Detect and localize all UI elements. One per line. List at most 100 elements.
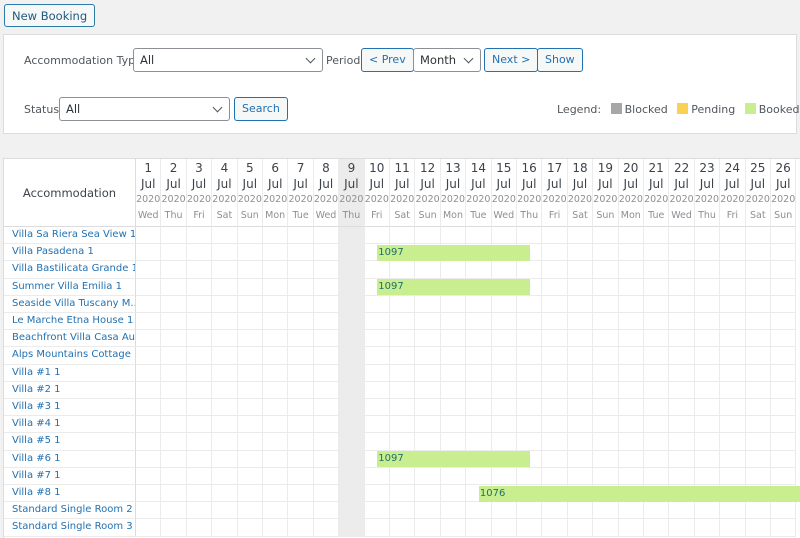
day-header: 22 Jul 2020 Wed [669, 159, 695, 227]
new-booking-button[interactable]: New Booking [4, 4, 96, 27]
day-header: 2 Jul 2020 Thu [161, 159, 187, 227]
calendar-cell [288, 485, 314, 503]
day-header-m: Jul [547, 177, 562, 191]
accommodation-link[interactable]: Le Marche Etna House 1 [4, 313, 136, 331]
calendar-cell [517, 399, 543, 417]
calendar-cell [567, 295, 594, 313]
day-header-y: 2020 [644, 194, 669, 205]
booking-bar[interactable]: 1097 [377, 279, 530, 296]
booking-bar[interactable]: 1097 [377, 451, 530, 468]
calendar-cell [136, 244, 162, 262]
day-header-w: Fri [726, 210, 739, 221]
calendar-cell [364, 261, 390, 279]
calendar-cell [745, 244, 771, 262]
calendar-cell [440, 502, 467, 520]
calendar-cell [618, 278, 644, 296]
day-header: 17 Jul 2020 Fri [542, 159, 568, 227]
status-select[interactable]: All [59, 97, 230, 121]
calendar-cell [390, 502, 416, 520]
calendar-cell [771, 278, 797, 296]
accommodation-link[interactable]: Beachfront Villa Casa Au... [4, 330, 136, 348]
accommodation-link[interactable]: Seaside Villa Tuscany M... [4, 295, 136, 313]
calendar-cell [745, 502, 771, 520]
day-header-w: Wed [315, 210, 337, 221]
calendar-cell [339, 330, 365, 348]
calendar-cell [186, 467, 213, 485]
calendar-cell [212, 364, 238, 382]
calendar-cell [212, 381, 238, 399]
calendar-cell [745, 416, 771, 434]
search-button[interactable]: Search [234, 97, 288, 121]
calendar-cell [237, 244, 263, 262]
calendar-cell [771, 399, 797, 417]
calendar-cell [517, 433, 543, 451]
calendar-cell [136, 278, 162, 296]
calendar-cell [212, 450, 238, 468]
day-header: 7 Jul 2020 Tue [288, 159, 314, 227]
day-header-m: Jul [242, 177, 258, 191]
accommodation-link[interactable]: Alps Mountains Cottage ... [4, 347, 136, 365]
period-select[interactable]: Month [413, 48, 481, 72]
accommodation-link[interactable]: Villa #3 1 [4, 399, 136, 417]
accommodation-link[interactable]: Villa #1 1 [4, 364, 136, 382]
calendar-cell [517, 416, 543, 434]
accommodation-link[interactable]: Villa #2 1 [4, 381, 136, 399]
calendar-cell [440, 433, 467, 451]
next-button[interactable]: Next > [484, 48, 539, 72]
calendar-cell [745, 399, 771, 417]
day-header-y: 2020 [390, 194, 415, 205]
accommodation-link[interactable]: Villa Bastilicata Grande 1 [4, 261, 136, 279]
day-header-w: Sun [774, 210, 793, 221]
calendar-cell [415, 502, 441, 520]
day-header-m: Jul [471, 177, 486, 191]
calendar-cell [339, 416, 365, 434]
calendar-cell [288, 278, 314, 296]
calendar-cell [567, 330, 594, 348]
calendar-cell [720, 295, 746, 313]
calendar-cell [390, 347, 416, 365]
calendar-cell [263, 330, 289, 348]
calendar-cell [567, 502, 594, 520]
accommodation-link[interactable]: Villa #4 1 [4, 416, 136, 434]
calendar-cell [771, 381, 797, 399]
calendar-cell [517, 519, 543, 537]
day-header-w: Tue [648, 210, 665, 221]
calendar-cell [567, 381, 594, 399]
accommodation-link[interactable]: Villa Pasadena 1 [4, 244, 136, 262]
day-header-w: Fri [371, 210, 383, 221]
calendar-cell [618, 416, 644, 434]
show-button[interactable]: Show [537, 48, 583, 72]
calendar-cell [720, 416, 746, 434]
accommodation-link[interactable]: Villa #8 1 [4, 485, 136, 503]
accommodation-link[interactable]: Villa Sa Riera Sea View 1 [4, 227, 136, 245]
day-header-d: 22 [673, 161, 690, 175]
prev-button[interactable]: < Prev [361, 48, 414, 72]
accommodation-link[interactable]: Villa #6 1 [4, 450, 136, 468]
calendar-cell [415, 381, 441, 399]
booking-bar[interactable]: 1076 [478, 485, 800, 502]
accommodation-link[interactable]: Summer Villa Emilia 1 [4, 278, 136, 296]
calendar-cell [364, 347, 390, 365]
calendar-cell [390, 364, 416, 382]
calendar-cell [237, 227, 263, 245]
accommodation-link[interactable]: Standard Single Room 3 [4, 519, 136, 537]
legend-label: Legend: [557, 103, 602, 116]
calendar-cell [212, 416, 238, 434]
accommodation-type-select[interactable]: All [133, 48, 323, 72]
calendar-cell [644, 347, 670, 365]
accommodation-link[interactable]: Villa #5 1 [4, 433, 136, 451]
calendar-cell [593, 295, 619, 313]
calendar-cell [669, 399, 695, 417]
calendar-cell [669, 244, 695, 262]
booking-bar[interactable]: 1097 [377, 244, 530, 261]
calendar-cell [339, 295, 365, 313]
calendar-cell [186, 244, 213, 262]
calendar-cell [161, 450, 187, 468]
calendar-cell [440, 381, 467, 399]
day-header-d: 16 [521, 161, 537, 175]
calendar-cell [466, 381, 492, 399]
accommodation-link[interactable]: Villa #7 1 [4, 467, 136, 485]
accommodation-link[interactable]: Standard Single Room 2 [4, 502, 136, 520]
calendar-cell [415, 330, 441, 348]
day-header-y: 2020 [745, 194, 770, 205]
